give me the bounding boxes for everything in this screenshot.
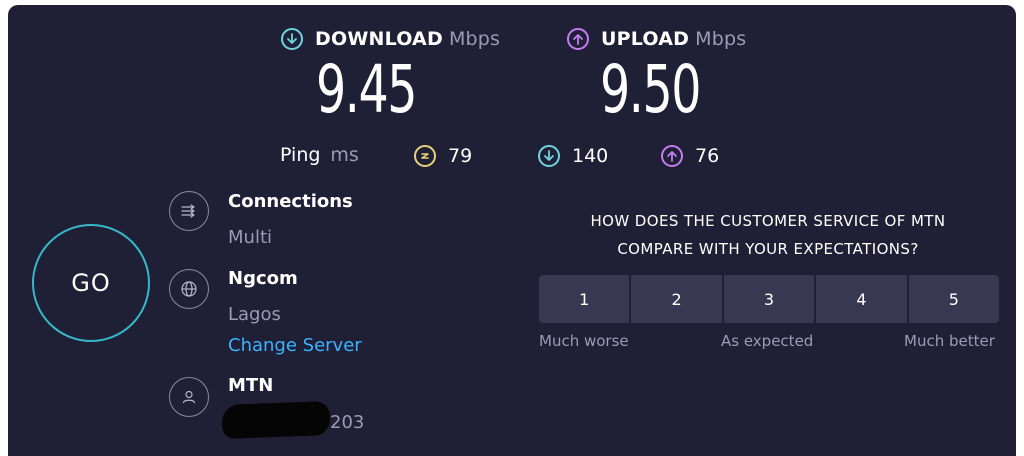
user-icon xyxy=(169,377,209,417)
change-server-link[interactable]: Change Server xyxy=(228,335,362,356)
ping-label: Ping xyxy=(280,144,321,166)
upload-value: 9.50 xyxy=(600,51,701,128)
ping-upload-icon xyxy=(661,145,683,167)
download-header: DOWNLOAD Mbps xyxy=(281,24,500,54)
server-name: Ngcom xyxy=(228,268,298,289)
download-value: 9.45 xyxy=(316,51,417,128)
connections-icon xyxy=(169,191,209,231)
ping-unit: ms xyxy=(330,144,359,166)
ping-idle-value: 79 xyxy=(448,145,473,167)
download-unit: Mbps xyxy=(448,28,501,50)
ping-upload-value: 76 xyxy=(695,145,720,167)
ping-upload: 76 xyxy=(661,145,719,167)
ping-idle: 79 xyxy=(414,145,472,167)
rating-option-2[interactable]: 2 xyxy=(631,275,722,323)
connections-value: Multi xyxy=(228,227,272,248)
survey-question-line-1: HOW DOES THE CUSTOMER SERVICE OF MTN xyxy=(590,212,946,230)
ping-download-value: 140 xyxy=(572,145,609,167)
download-label: DOWNLOAD xyxy=(315,28,443,50)
rating-option-5[interactable]: 5 xyxy=(908,275,1000,323)
globe-icon xyxy=(169,269,209,309)
rating-option-1[interactable]: 1 xyxy=(539,275,630,323)
upload-arrow-icon xyxy=(567,28,589,50)
rating-scale: 1 2 3 4 5 xyxy=(539,275,1000,323)
provider-name: MTN xyxy=(228,375,274,396)
upload-label: UPLOAD xyxy=(601,28,690,50)
rating-label-mid: As expected xyxy=(721,332,814,350)
rating-option-3[interactable]: 3 xyxy=(723,275,815,323)
server-location: Lagos xyxy=(228,304,281,325)
go-button[interactable]: GO xyxy=(32,224,150,342)
upload-unit: Mbps xyxy=(695,28,747,50)
ping-label-group: Ping ms xyxy=(280,144,359,166)
provider-ip: 203 xyxy=(330,412,365,433)
rating-label-high: Much better xyxy=(904,332,995,350)
redaction-mark xyxy=(221,401,331,439)
rating-option-4[interactable]: 4 xyxy=(816,275,907,323)
survey-question-line-2: COMPARE WITH YOUR EXPECTATIONS? xyxy=(617,240,919,258)
upload-header: UPLOAD Mbps xyxy=(567,24,746,54)
download-arrow-icon xyxy=(281,28,303,50)
ping-download: 140 xyxy=(538,145,608,167)
ping-idle-icon xyxy=(414,145,436,167)
ping-download-icon xyxy=(538,145,560,167)
connections-title: Connections xyxy=(228,191,353,212)
rating-label-low: Much worse xyxy=(539,332,629,350)
survey-question: HOW DOES THE CUSTOMER SERVICE OF MTN COM… xyxy=(538,207,998,263)
speedtest-panel: DOWNLOAD Mbps 9.45 UPLOAD Mbps 9.50 Ping… xyxy=(8,5,1016,456)
